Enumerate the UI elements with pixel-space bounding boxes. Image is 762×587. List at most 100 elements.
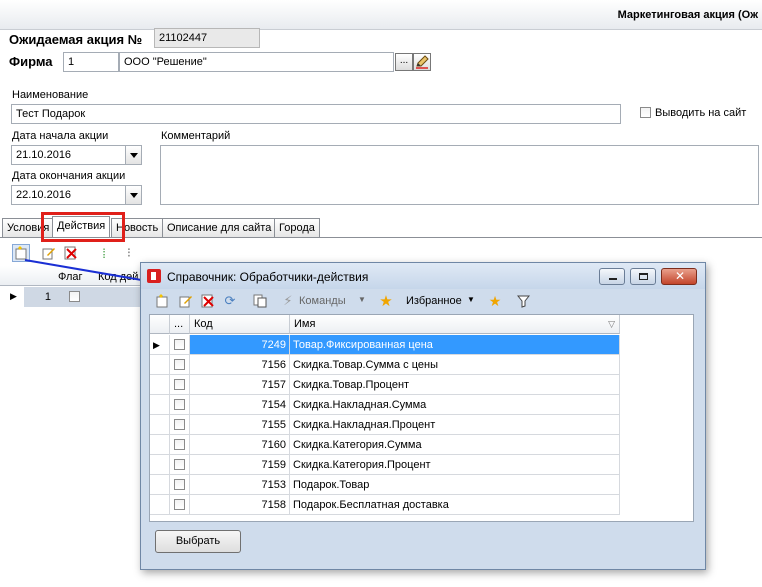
chevron-down-icon[interactable] xyxy=(125,146,141,164)
add-icon[interactable] xyxy=(153,292,171,310)
sort-icon: ▽ xyxy=(608,319,615,329)
handlers-dialog: Справочник: Обработчики-действия ✕ ⟳ ⚡ К… xyxy=(140,262,706,570)
code-cell: 7249 xyxy=(190,335,290,355)
row-checkbox[interactable] xyxy=(174,479,185,490)
row-indicator xyxy=(150,475,170,495)
add-favorite-icon[interactable]: ★ xyxy=(486,292,504,310)
row-indicator xyxy=(150,395,170,415)
row-checkbox-cell xyxy=(170,395,190,415)
row-indicator: ▶ xyxy=(150,335,170,355)
start-date-input[interactable]: 21.10.2016 xyxy=(11,145,142,165)
name-cell: Скидка.Накладная.Сумма xyxy=(290,395,620,415)
minimize-button[interactable] xyxy=(599,268,625,285)
table-row[interactable]: 7154 Скидка.Накладная.Сумма xyxy=(150,395,693,415)
firm-pick-button[interactable]: ... xyxy=(395,53,413,71)
row-checkbox[interactable] xyxy=(174,459,185,470)
show-on-site-checkbox[interactable] xyxy=(640,107,651,118)
refresh-icon[interactable]: ⟳ xyxy=(221,292,239,310)
filter-icon[interactable] xyxy=(514,292,532,310)
end-date-input[interactable]: 22.10.2016 xyxy=(11,185,142,205)
lightning-icon[interactable]: ⚡ xyxy=(279,292,297,310)
name-cell: Скидка.Накладная.Процент xyxy=(290,415,620,435)
firm-name-field: ООО "Решение" xyxy=(119,52,394,72)
row-indicator xyxy=(150,455,170,475)
table-row[interactable]: 7158 Подарок.Бесплатная доставка xyxy=(150,495,693,515)
show-on-site-label: Выводить на сайт xyxy=(655,107,747,119)
column-name[interactable]: Имя ▽ xyxy=(290,315,620,334)
code-cell: 7153 xyxy=(190,475,290,495)
row-checkbox[interactable] xyxy=(174,379,185,390)
table-row[interactable]: 7160 Скидка.Категория.Сумма xyxy=(150,435,693,455)
name-cell: Скидка.Категория.Сумма xyxy=(290,435,620,455)
row-checkbox[interactable] xyxy=(174,419,185,430)
select-button[interactable]: Выбрать xyxy=(155,530,241,553)
row-checkbox[interactable] xyxy=(174,399,185,410)
row-checkbox-cell xyxy=(170,435,190,455)
star-icon[interactable]: ★ xyxy=(377,292,395,310)
table-row[interactable]: ▶ 7249 Товар.Фиксированная цена xyxy=(150,335,693,355)
table-row[interactable]: 7153 Подарок.Товар xyxy=(150,475,693,495)
edit-icon[interactable] xyxy=(177,292,195,310)
close-button[interactable]: ✕ xyxy=(661,268,697,285)
row-checkbox[interactable] xyxy=(174,359,185,370)
row-pointer-icon: ▶ xyxy=(153,340,160,350)
row-indicator xyxy=(150,495,170,515)
name-cell: Скидка.Товар.Процент xyxy=(290,375,620,395)
delete-icon[interactable] xyxy=(199,292,217,310)
row-checkbox[interactable] xyxy=(174,499,185,510)
name-cell: Товар.Фиксированная цена xyxy=(290,335,620,355)
row-checkbox-cell xyxy=(170,475,190,495)
firm-edit-button[interactable] xyxy=(413,53,431,71)
row-checkbox[interactable] xyxy=(174,339,185,350)
dialog-titlebar: Справочник: Обработчики-действия ✕ xyxy=(141,263,705,289)
name-cell: Скидка.Категория.Процент xyxy=(290,455,620,475)
column-dots[interactable]: ... xyxy=(170,315,190,334)
chevron-down-icon[interactable]: ▼ xyxy=(358,295,366,304)
comment-textarea[interactable] xyxy=(160,145,759,205)
tab-highlight-frame xyxy=(41,212,125,242)
row-checkbox-cell xyxy=(170,375,190,395)
firm-code-input[interactable]: 1 xyxy=(63,52,119,72)
handlers-grid: ... Код Имя ▽ ▶ 7249 Товар.Фиксированная ц… xyxy=(149,314,694,522)
tab-site-description[interactable]: Описание для сайта xyxy=(162,218,277,237)
name-label: Наименование xyxy=(12,89,89,101)
close-icon: ✕ xyxy=(675,269,686,283)
minimize-icon xyxy=(609,278,617,280)
row-indicator xyxy=(150,355,170,375)
app-logo-icon xyxy=(147,269,161,283)
code-cell: 7155 xyxy=(190,415,290,435)
name-cell: Подарок.Бесплатная доставка xyxy=(290,495,620,515)
promo-number-field: 21102447 xyxy=(154,28,260,48)
column-code[interactable]: Код xyxy=(190,315,290,334)
maximize-icon xyxy=(639,273,648,280)
chevron-down-icon[interactable]: ▼ xyxy=(467,295,475,304)
table-row[interactable]: 7155 Скидка.Накладная.Процент xyxy=(150,415,693,435)
pencil-icon xyxy=(416,55,429,69)
end-date-value: 22.10.2016 xyxy=(16,189,72,201)
name-input[interactable]: Тест Подарок xyxy=(11,104,621,124)
table-row[interactable]: 7159 Скидка.Категория.Процент xyxy=(150,455,693,475)
table-row[interactable]: 7156 Скидка.Товар.Сумма с цены xyxy=(150,355,693,375)
table-row[interactable]: 7157 Скидка.Товар.Процент xyxy=(150,375,693,395)
column-name-label: Имя xyxy=(294,318,316,330)
row-checkbox-cell xyxy=(170,495,190,515)
row-checkbox-cell xyxy=(170,355,190,375)
start-date-label: Дата начала акции xyxy=(12,130,109,142)
tab-cities[interactable]: Города xyxy=(274,218,320,237)
chevron-down-icon[interactable] xyxy=(125,186,141,204)
copy-icon[interactable] xyxy=(251,292,269,310)
row-indicator-header xyxy=(150,315,170,334)
code-cell: 7156 xyxy=(190,355,290,375)
row-checkbox[interactable] xyxy=(174,439,185,450)
dialog-title: Справочник: Обработчики-действия xyxy=(167,270,369,284)
code-cell: 7154 xyxy=(190,395,290,415)
favorites-menu[interactable]: Избранное xyxy=(406,295,462,307)
row-checkbox-cell xyxy=(170,455,190,475)
commands-menu[interactable]: Команды xyxy=(299,295,346,307)
code-cell: 7157 xyxy=(190,375,290,395)
dialog-toolbar: ⟳ ⚡ Команды ▼ ★ Избранное ▼ ★ xyxy=(149,290,694,312)
comment-label: Комментарий xyxy=(161,130,231,142)
code-cell: 7159 xyxy=(190,455,290,475)
maximize-button[interactable] xyxy=(630,268,656,285)
firm-label: Фирма xyxy=(9,54,53,69)
